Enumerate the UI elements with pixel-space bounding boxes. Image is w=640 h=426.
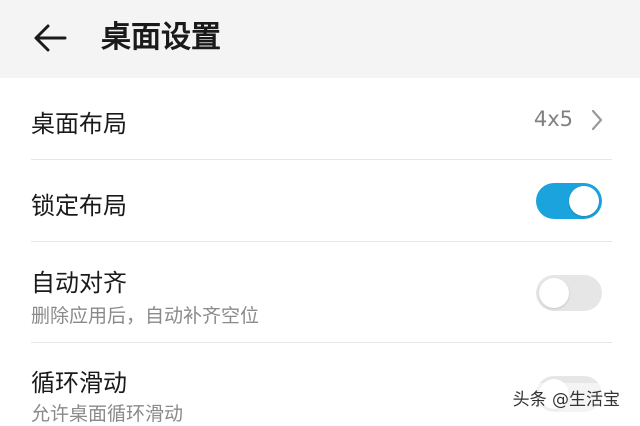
setting-label: 桌面布局 [31, 110, 127, 138]
setting-desktop-layout[interactable]: 桌面布局 4x5 [0, 78, 640, 160]
setting-description: 删除应用后，自动补齐空位 [31, 305, 260, 327]
setting-description: 允许桌面循环滑动 [31, 403, 184, 425]
chevron-right-icon [591, 109, 603, 131]
settings-list: 桌面布局 4x5 锁定布局 自动对齐 删除应用后，自动补齐空位 循环滑动 允许桌… [0, 78, 640, 425]
setting-label: 自动对齐 [31, 269, 127, 297]
layout-value: 4x5 [533, 107, 573, 131]
setting-label: 锁定布局 [31, 192, 127, 220]
page-title: 桌面设置 [101, 20, 221, 55]
watermark: 头条 @生活宝 [504, 383, 628, 412]
setting-label: 循环滑动 [31, 369, 127, 397]
app-bar: 桌面设置 [0, 0, 640, 78]
arrow-left-icon [34, 24, 67, 52]
setting-lock-layout: 锁定布局 [0, 160, 640, 242]
setting-auto-align: 自动对齐 删除应用后，自动补齐空位 [0, 242, 640, 343]
back-button[interactable] [22, 14, 78, 62]
toggle-knob [539, 278, 569, 308]
toggle-knob [569, 186, 599, 216]
watermark-text: 头条 @生活宝 [512, 390, 620, 410]
auto-align-toggle[interactable] [536, 275, 602, 311]
lock-layout-toggle[interactable] [536, 183, 602, 219]
